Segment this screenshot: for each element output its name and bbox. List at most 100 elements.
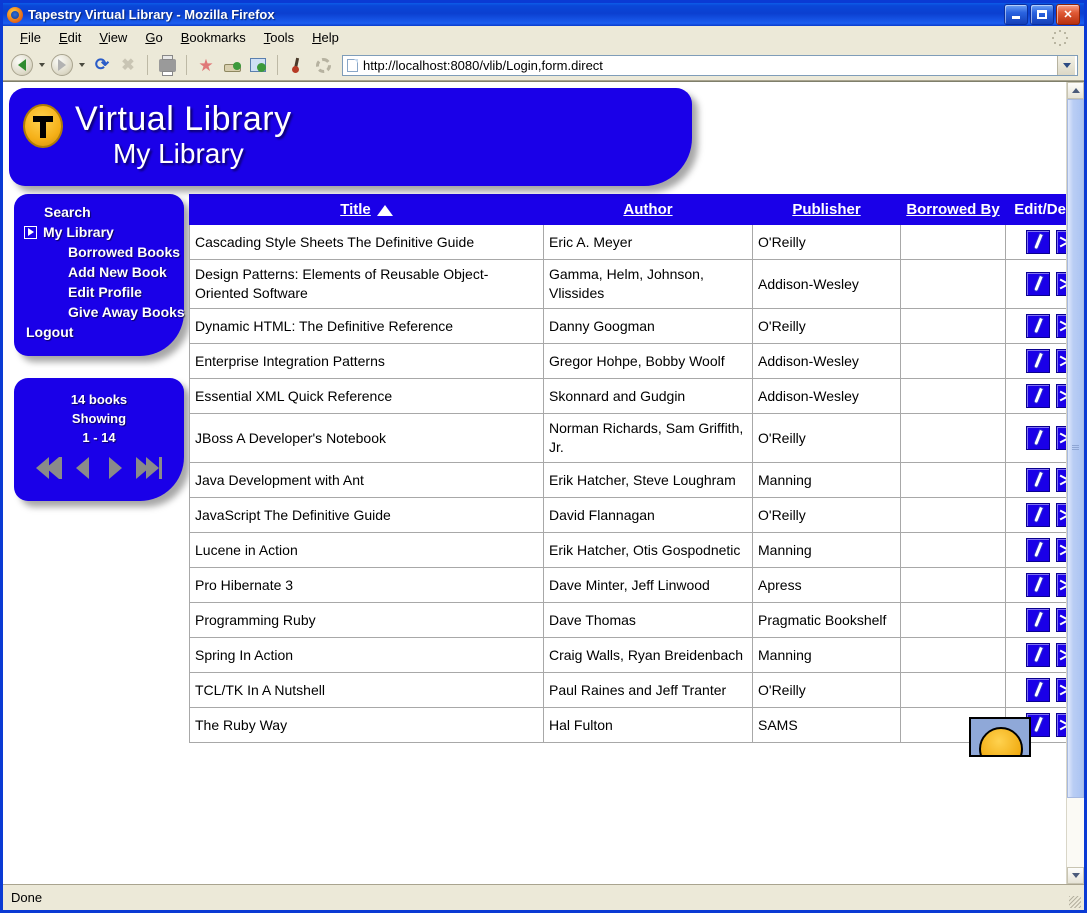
delete-scissors-icon[interactable] <box>1056 426 1066 450</box>
sidebar-item-logout[interactable]: Logout <box>20 322 178 342</box>
edit-pencil-icon[interactable] <box>1026 573 1050 597</box>
sort-author-link[interactable]: Author <box>623 201 672 218</box>
column-header-title[interactable]: Title <box>190 195 544 225</box>
edit-pencil-icon[interactable] <box>1026 503 1050 527</box>
menu-tools[interactable]: Tools <box>255 28 303 47</box>
menu-view-rest: iew <box>108 30 128 45</box>
minimize-button[interactable] <box>1004 4 1028 25</box>
vertical-scrollbar[interactable] <box>1066 82 1084 884</box>
edit-delete-label: Edit/Delete <box>1014 201 1066 218</box>
cell-borrowed-by <box>901 414 1006 463</box>
cell-author: Gamma, Helm, Johnson, Vlissides <box>544 260 753 309</box>
sort-borrowed-by-link[interactable]: Borrowed By <box>906 201 999 218</box>
cell-borrowed-by <box>901 309 1006 344</box>
edit-pencil-icon[interactable] <box>1026 272 1050 296</box>
sidebar-item-borrowed-books[interactable]: Borrowed Books <box>20 242 178 262</box>
first-page-icon[interactable] <box>36 457 62 479</box>
delete-scissors-icon[interactable] <box>1056 503 1066 527</box>
column-header-publisher[interactable]: Publisher <box>753 195 901 225</box>
back-dropdown-icon[interactable] <box>35 53 49 78</box>
scrollbar-thumb[interactable] <box>1067 99 1084 798</box>
menu-go-rest: o <box>155 30 162 45</box>
sidebar-item-search[interactable]: Search <box>20 202 178 222</box>
cell-publisher: O'Reilly <box>753 225 901 260</box>
delete-scissors-icon[interactable] <box>1056 678 1066 702</box>
delete-scissors-icon[interactable] <box>1056 384 1066 408</box>
delete-scissors-icon[interactable] <box>1056 314 1066 338</box>
sidebar-item-give-away-books[interactable]: Give Away Books <box>20 302 178 322</box>
new-window-icon[interactable] <box>245 53 271 78</box>
edit-pencil-icon[interactable] <box>1026 538 1050 562</box>
previous-page-icon[interactable] <box>76 457 89 479</box>
next-page-icon[interactable] <box>109 457 122 479</box>
cell-borrowed-by <box>901 344 1006 379</box>
close-button[interactable]: ✕ <box>1056 4 1080 25</box>
cell-publisher: Addison-Wesley <box>753 260 901 309</box>
cell-author: Erik Hatcher, Otis Gospodnetic <box>544 533 753 568</box>
url-dropdown-icon[interactable] <box>1057 56 1075 75</box>
reload-button[interactable]: ⟳ <box>89 53 115 78</box>
edit-pencil-icon[interactable] <box>1026 349 1050 373</box>
delete-scissors-icon[interactable] <box>1056 573 1066 597</box>
pin-icon[interactable] <box>284 53 310 78</box>
url-input[interactable]: http://localhost:8080/vlib/Login,form.di… <box>363 58 1057 73</box>
menu-bookmarks[interactable]: Bookmarks <box>172 28 255 47</box>
column-header-author[interactable]: Author <box>544 195 753 225</box>
cell-publisher: O'Reilly <box>753 414 901 463</box>
bookmark-star-icon[interactable]: ★ <box>193 53 219 78</box>
table-row: Essential XML Quick ReferenceSkonnard an… <box>190 379 1067 414</box>
delete-scissors-icon[interactable] <box>1056 608 1066 632</box>
print-button[interactable] <box>154 53 180 78</box>
edit-pencil-icon[interactable] <box>1026 643 1050 667</box>
sort-title-link[interactable]: Title <box>340 201 371 218</box>
column-header-borrowed-by[interactable]: Borrowed By <box>901 195 1006 225</box>
edit-pencil-icon[interactable] <box>1026 314 1050 338</box>
delete-scissors-icon[interactable] <box>1056 230 1066 254</box>
forward-dropdown-icon[interactable] <box>75 53 89 78</box>
last-page-icon[interactable] <box>136 457 162 479</box>
sort-publisher-link[interactable]: Publisher <box>792 201 860 218</box>
edit-pencil-icon[interactable] <box>1026 608 1050 632</box>
delete-scissors-icon[interactable] <box>1056 349 1066 373</box>
edit-pencil-icon[interactable] <box>1026 230 1050 254</box>
address-bar[interactable]: http://localhost:8080/vlib/Login,form.di… <box>342 55 1078 76</box>
cell-actions <box>1006 344 1067 379</box>
sidebar-item-add-new-book[interactable]: Add New Book <box>20 262 178 282</box>
sidebar-item-label: Give Away Books <box>68 302 185 322</box>
edit-pencil-icon[interactable] <box>1026 468 1050 492</box>
sidebar-item-my-library[interactable]: My Library <box>20 222 178 242</box>
resize-grip-icon[interactable] <box>1069 896 1081 908</box>
menu-view[interactable]: View <box>90 28 136 47</box>
maximize-button[interactable] <box>1030 4 1054 25</box>
edit-pencil-icon[interactable] <box>1026 426 1050 450</box>
menu-file[interactable]: File <box>11 28 50 47</box>
delete-scissors-icon[interactable] <box>1056 538 1066 562</box>
cell-title: Pro Hibernate 3 <box>190 568 544 603</box>
edit-pencil-icon[interactable] <box>1026 678 1050 702</box>
cell-actions <box>1006 463 1067 498</box>
scroll-up-button[interactable] <box>1067 82 1084 99</box>
cell-publisher: O'Reilly <box>753 309 901 344</box>
scrollbar-track[interactable] <box>1067 99 1084 867</box>
edit-pencil-icon[interactable] <box>1026 384 1050 408</box>
delete-scissors-icon[interactable] <box>1056 643 1066 667</box>
table-row: Pro Hibernate 3Dave Minter, Jeff Linwood… <box>190 568 1067 603</box>
menu-help[interactable]: Help <box>303 28 348 47</box>
downloads-icon[interactable] <box>219 53 245 78</box>
menu-go[interactable]: Go <box>136 28 171 47</box>
scroll-down-button[interactable] <box>1067 867 1084 884</box>
menu-edit[interactable]: Edit <box>50 28 90 47</box>
delete-scissors-icon[interactable] <box>1056 272 1066 296</box>
table-body: Cascading Style Sheets The Definitive Gu… <box>190 225 1067 743</box>
gear-icon[interactable] <box>310 53 336 78</box>
cell-actions <box>1006 533 1067 568</box>
cell-borrowed-by <box>901 603 1006 638</box>
forward-button[interactable] <box>49 53 75 78</box>
back-button[interactable] <box>9 53 35 78</box>
toolbar-separator-2 <box>186 55 187 75</box>
delete-scissors-icon[interactable] <box>1056 468 1066 492</box>
selected-arrow-icon <box>24 226 37 239</box>
delete-scissors-icon[interactable] <box>1056 713 1066 737</box>
sidebar-item-edit-profile[interactable]: Edit Profile <box>20 282 178 302</box>
pager-controls <box>22 457 176 479</box>
